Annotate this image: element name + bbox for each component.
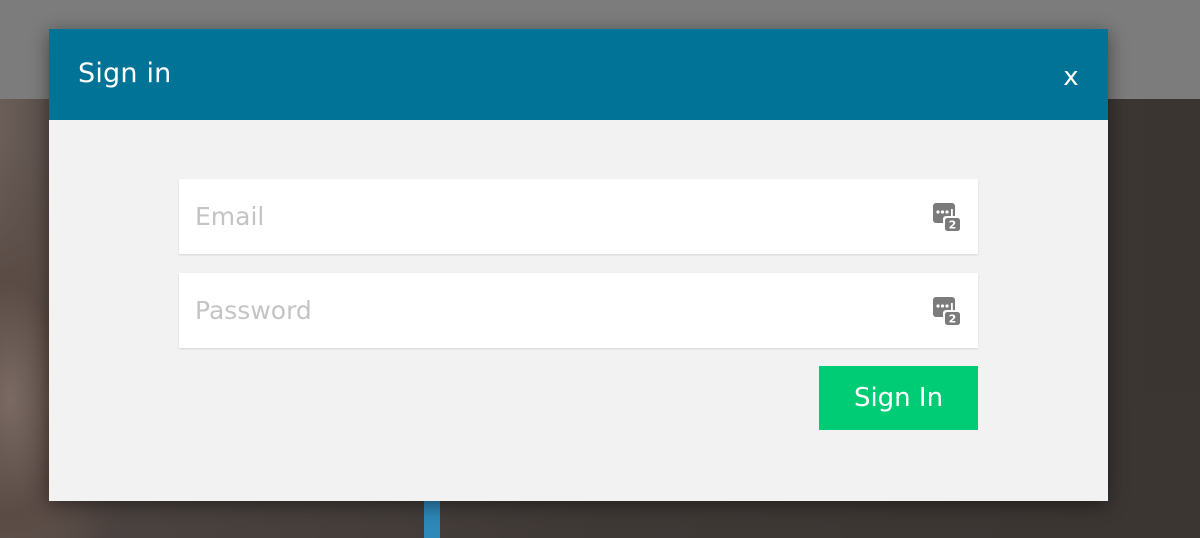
- svg-text:2: 2: [949, 219, 957, 232]
- dimmed-background-accent: [424, 500, 440, 538]
- password-manager-icon[interactable]: 2: [932, 201, 962, 233]
- sign-in-modal: Sign in x 2 2 Sign In: [49, 29, 1108, 501]
- sign-in-button[interactable]: Sign In: [819, 366, 978, 430]
- close-button[interactable]: x: [1053, 59, 1089, 95]
- email-field: 2: [179, 179, 978, 254]
- svg-text:2: 2: [949, 313, 957, 326]
- modal-header: Sign in x: [49, 29, 1108, 120]
- modal-title: Sign in: [78, 58, 172, 89]
- email-input[interactable]: [179, 179, 919, 254]
- password-input[interactable]: [179, 273, 919, 348]
- password-field: 2: [179, 273, 978, 348]
- password-manager-icon[interactable]: 2: [932, 295, 962, 327]
